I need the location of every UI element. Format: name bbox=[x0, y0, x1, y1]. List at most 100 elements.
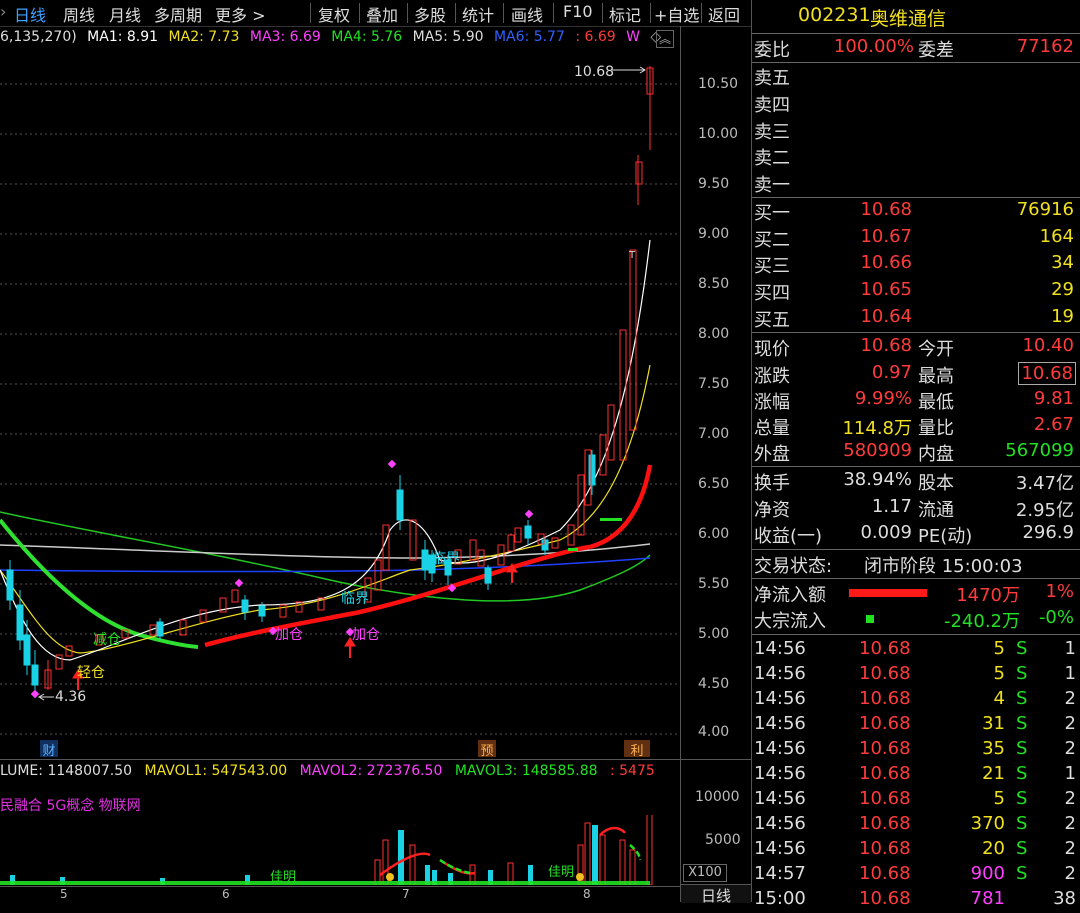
buy-3-row[interactable]: 买三 10.66 34 bbox=[752, 252, 1080, 278]
quote-row-turnover: 换手 38.94% 股本 3.47亿 bbox=[754, 469, 1074, 494]
buy-5-row[interactable]: 买五 10.64 19 bbox=[752, 306, 1080, 332]
mavol1-value: MAVOL1: 547543.00 bbox=[144, 763, 288, 779]
concept-tags[interactable]: 民融合 5G概念 物联网 bbox=[0, 795, 141, 815]
tab-multi-period[interactable]: 多周期 bbox=[154, 2, 202, 26]
vol-tick: 10000 bbox=[695, 789, 740, 805]
quote-row-price: 现价 10.68 今开 10.40 bbox=[754, 335, 1074, 360]
collapse-icon[interactable]: ︽ bbox=[656, 30, 674, 48]
net-inflow-row: 净流入额 1470万 1% bbox=[754, 581, 1074, 606]
f10-button[interactable]: F10 bbox=[563, 2, 593, 21]
ma-params: 6,135,270) bbox=[0, 29, 77, 45]
tick-row: 14:56 10.68 5S 1 bbox=[754, 663, 1076, 684]
draw-button[interactable]: 画线 bbox=[511, 2, 543, 26]
ma6-value: MA6: 5.77 bbox=[493, 29, 565, 45]
signal-diamonds bbox=[30, 459, 534, 699]
w-indicator: W bbox=[626, 29, 640, 45]
stats-button[interactable]: 统计 bbox=[462, 2, 494, 26]
fuquan-button[interactable]: 复权 bbox=[318, 2, 350, 26]
low-price-label: 4.36 bbox=[55, 689, 87, 705]
signal-add-1: 加仓 bbox=[275, 627, 303, 643]
vol-signal-1: 佳明 bbox=[270, 870, 297, 885]
tick-row: 14:56 10.68 5S 1 bbox=[754, 638, 1076, 659]
current-price: 10.68 bbox=[860, 335, 912, 356]
weibi-row: 委比 100.00% 委差 77162 bbox=[754, 36, 1074, 61]
toolbar-divider bbox=[407, 3, 408, 23]
event-profit[interactable]: 利 bbox=[624, 740, 650, 759]
signal-critical-2: 临界 bbox=[432, 551, 460, 567]
sell-4-row[interactable]: 卖四 bbox=[752, 91, 1080, 117]
event-forecast[interactable]: 预 bbox=[478, 740, 496, 759]
signal-add-2: 加仓 bbox=[352, 627, 380, 643]
sell-1-row[interactable]: 卖一 bbox=[752, 171, 1080, 197]
svg-text:T: T bbox=[628, 250, 636, 261]
buy-1-row[interactable]: 买一 10.68 76916 bbox=[752, 199, 1080, 225]
price-tick: 10.00 bbox=[698, 126, 739, 142]
price-tick: 9.50 bbox=[698, 176, 730, 192]
event-earnings[interactable]: 财 bbox=[40, 740, 58, 759]
quote-row-change: 涨跌 0.97 最高 10.68 bbox=[752, 362, 1080, 388]
price-tick: 8.50 bbox=[698, 276, 730, 292]
vol-signal-2: 佳明 bbox=[548, 865, 575, 880]
toolbar-divider bbox=[310, 3, 311, 23]
open-price: 10.40 bbox=[1022, 335, 1074, 356]
quote-row-netasset: 净资 1.17 流通 2.95亿 bbox=[754, 496, 1074, 521]
month-tick: 6 bbox=[222, 887, 230, 901]
toolbar-divider bbox=[359, 3, 360, 23]
month-tick: 5 bbox=[60, 887, 68, 901]
panel-divider bbox=[0, 759, 751, 760]
add-watchlist-button[interactable]: +自选 bbox=[654, 2, 699, 26]
quote-panel: 002231 奥维通信 委比 100.00% 委差 77162 卖五 卖四 卖三… bbox=[752, 0, 1080, 909]
buy-2-row[interactable]: 买二 10.67 164 bbox=[752, 226, 1080, 252]
quote-row-outer: 外盘 580909 内盘 567099 bbox=[754, 440, 1074, 465]
mark-button[interactable]: 标记 bbox=[609, 2, 641, 26]
ma-blue-line bbox=[0, 557, 651, 573]
price-tick: 4.00 bbox=[698, 724, 730, 740]
price-tick: 8.00 bbox=[698, 326, 730, 342]
sell-2-row[interactable]: 卖二 bbox=[752, 144, 1080, 170]
block-inflow-bar bbox=[866, 615, 874, 623]
ma2-value: MA2: 7.73 bbox=[168, 29, 240, 45]
extra-indicator-value: : 6.69 bbox=[575, 29, 616, 45]
tick-row: 14:56 10.68 21 S 1 bbox=[754, 763, 1076, 784]
trend-green-line bbox=[0, 518, 199, 649]
mavol2-value: MAVOL2: 272376.50 bbox=[299, 763, 443, 779]
tick-row: 14:56 10.68 370 S 2 bbox=[754, 813, 1076, 834]
price-tick: 5.50 bbox=[698, 576, 730, 592]
chart-toolbar: 分时 › 日线 周线 月线 多周期 更多 > 复权 叠加 多股 统计 画线 F1… bbox=[0, 0, 752, 27]
sell-3-row[interactable]: 卖三 bbox=[752, 118, 1080, 144]
tick-row: 14:56 10.68 35 S 2 bbox=[754, 738, 1076, 759]
ma-legend: 6,135,270) MA1: 8.91 MA2: 7.73 MA3: 6.69… bbox=[0, 29, 667, 49]
ma4-value: MA4: 5.76 bbox=[331, 29, 403, 45]
tick-row: 14:56 10.68 4S 2 bbox=[754, 688, 1076, 709]
weicha-value: 77162 bbox=[1016, 36, 1074, 57]
sell-5-row[interactable]: 卖五 bbox=[752, 64, 1080, 90]
toolbar-divider bbox=[650, 3, 651, 23]
period-tab-daily[interactable]: 日线 bbox=[681, 884, 751, 905]
tab-more[interactable]: 更多 > bbox=[215, 2, 266, 26]
block-inflow-row: 大宗流入 -240.2万 -0% bbox=[754, 607, 1074, 632]
toolbar-divider bbox=[602, 3, 603, 23]
weibi-value: 100.00% bbox=[833, 36, 914, 57]
price-tick: 6.00 bbox=[698, 526, 730, 542]
toolbar-divider bbox=[553, 3, 554, 23]
price-tick: 10.50 bbox=[698, 76, 739, 92]
tab-monthly[interactable]: 月线 bbox=[109, 2, 141, 26]
ma5-value: MA5: 5.90 bbox=[412, 29, 484, 45]
tab-weekly[interactable]: 周线 bbox=[63, 2, 95, 26]
tick-row: 14:56 10.68 20 S 2 bbox=[754, 838, 1076, 859]
tick-row: 14:56 10.68 31 S 2 bbox=[754, 713, 1076, 734]
high-price-label: 10.68 bbox=[574, 64, 615, 80]
volume-chart[interactable] bbox=[0, 815, 680, 885]
tick-row: 14:57 10.68 900 S 2 bbox=[754, 863, 1076, 884]
month-tick: 8 bbox=[583, 887, 591, 901]
high-price: 10.68 bbox=[1018, 362, 1076, 385]
multi-stock-button[interactable]: 多股 bbox=[414, 2, 446, 26]
buy-4-row[interactable]: 买四 10.65 29 bbox=[752, 279, 1080, 305]
price-tick: 9.00 bbox=[698, 226, 730, 242]
stock-code: 002231 bbox=[798, 4, 871, 26]
tab-daily[interactable]: 日线 bbox=[14, 2, 46, 26]
back-button[interactable]: 返回 bbox=[708, 2, 740, 26]
tick-row: 14:56 10.68 5S 2 bbox=[754, 788, 1076, 809]
price-tick: 6.50 bbox=[698, 476, 730, 492]
overlay-button[interactable]: 叠加 bbox=[366, 2, 398, 26]
